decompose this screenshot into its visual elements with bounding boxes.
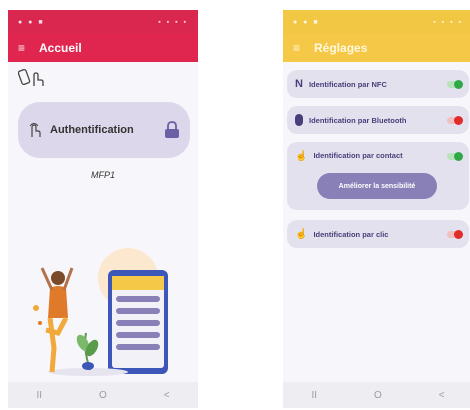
- recent-apps-button[interactable]: II: [36, 390, 42, 401]
- status-left: ● ● ■: [293, 18, 320, 26]
- setting-bluetooth[interactable]: Identification par Bluetooth: [287, 106, 469, 134]
- system-nav-bar: II O <: [8, 382, 198, 408]
- phone-tap-icon: [18, 68, 44, 86]
- home-button[interactable]: O: [99, 390, 107, 401]
- touch-icon: ☝: [295, 151, 308, 162]
- home-button[interactable]: O: [374, 390, 382, 401]
- page-title: Réglages: [314, 41, 368, 55]
- status-bar: ● ● ■ ▪ ▪ ▪ ▪: [283, 10, 470, 34]
- click-toggle[interactable]: [447, 229, 463, 239]
- app-bar: ≡ Réglages: [283, 34, 470, 62]
- hand-pointer-icon: [29, 123, 41, 137]
- bluetooth-icon: [295, 114, 303, 126]
- device-icons: [18, 68, 46, 88]
- setting-click[interactable]: ☝ Identification par clic: [287, 220, 469, 248]
- status-left: ● ● ■: [18, 18, 45, 26]
- setting-nfc-label: Identification par NFC: [308, 79, 387, 89]
- page-title: Accueil: [39, 41, 82, 55]
- status-right: ▪ ▪ ▪ ▪: [433, 18, 463, 26]
- contact-toggle[interactable]: [447, 152, 463, 161]
- device-name: MFP1: [90, 170, 115, 180]
- improve-sensitivity-button[interactable]: Améliorer la sensibilité: [317, 173, 437, 199]
- nfc-icon: N: [295, 78, 303, 90]
- lock-icon: [165, 121, 179, 138]
- menu-icon[interactable]: ≡: [293, 41, 300, 55]
- back-button[interactable]: <: [164, 390, 170, 401]
- authentication-label: Authentification: [50, 124, 134, 136]
- settings-screen: ● ● ■ ▪ ▪ ▪ ▪ ≡ Réglages N Identificatio…: [283, 10, 470, 408]
- nfc-toggle[interactable]: [447, 79, 463, 89]
- app-bar: ≡ Accueil: [8, 34, 198, 62]
- recent-apps-button[interactable]: II: [311, 390, 317, 401]
- setting-contact-label: Identification par contact: [313, 151, 403, 160]
- setting-bluetooth-label: Identification par Bluetooth: [309, 115, 407, 125]
- home-screen: ● ● ■ ▪ ▪ ▪ ▪ ≡ Accueil Authentification…: [8, 10, 198, 408]
- menu-icon[interactable]: ≡: [18, 41, 25, 55]
- setting-click-label: Identification par clic: [313, 229, 389, 239]
- bluetooth-toggle[interactable]: [447, 115, 463, 125]
- status-right: ▪ ▪ ▪ ▪: [158, 18, 188, 26]
- status-bar: ● ● ■ ▪ ▪ ▪ ▪: [8, 10, 198, 34]
- back-button[interactable]: <: [439, 390, 445, 401]
- authentication-button[interactable]: Authentification: [18, 102, 190, 158]
- setting-nfc[interactable]: N Identification par NFC: [287, 70, 469, 98]
- click-icon: ☝: [295, 228, 308, 240]
- yoga-phone-illustration: [33, 248, 168, 376]
- system-nav-bar: II O <: [283, 382, 470, 408]
